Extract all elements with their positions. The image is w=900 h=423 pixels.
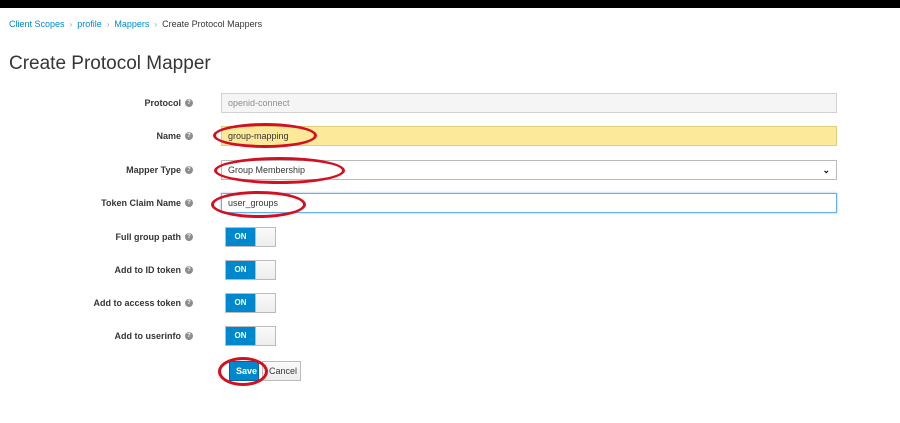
add-to-access-token-row: Add to access token ? ON (0, 293, 900, 315)
protocol-label-text: Protocol (144, 98, 181, 108)
add-to-id-token-row: Add to ID token ? ON (0, 260, 900, 282)
toggle-handle (255, 294, 275, 312)
toggle-handle (255, 261, 275, 279)
toggle-on-label: ON (226, 261, 255, 279)
chevron-down-icon: ⌄ (822, 165, 830, 175)
breadcrumb-profile[interactable]: profile (77, 19, 102, 29)
add-to-access-token-label-text: Add to access token (93, 298, 181, 308)
toggle-on-label: ON (226, 294, 255, 312)
breadcrumb-current: Create Protocol Mappers (162, 19, 263, 29)
mapper-type-label-text: Mapper Type (126, 165, 181, 175)
token-claim-name-input[interactable]: user_groups (221, 193, 837, 213)
page-title: Create Protocol Mapper (9, 53, 211, 74)
token-claim-name-label: Token Claim Name ? (101, 193, 193, 213)
add-to-userinfo-toggle[interactable]: ON (225, 326, 276, 346)
cancel-button[interactable]: Cancel (262, 361, 301, 381)
toggle-on-label: ON (226, 228, 255, 246)
add-to-id-token-label: Add to ID token ? (114, 260, 193, 280)
protocol-row: Protocol ? openid-connect (0, 93, 900, 115)
name-label-text: Name (156, 131, 181, 141)
question-circle-icon[interactable]: ? (185, 99, 193, 107)
mapper-type-selected-value: Group Membership (228, 165, 306, 175)
toggle-on-label: ON (226, 327, 255, 345)
top-bar (0, 0, 900, 8)
breadcrumb-separator: › (106, 19, 110, 29)
question-circle-icon[interactable]: ? (185, 299, 193, 307)
add-to-id-token-toggle[interactable]: ON (225, 260, 276, 280)
mapper-type-select[interactable]: Group Membership ⌄ (221, 160, 837, 180)
add-to-userinfo-label-text: Add to userinfo (114, 331, 182, 341)
add-to-access-token-toggle[interactable]: ON (225, 293, 276, 313)
add-to-id-token-label-text: Add to ID token (114, 265, 182, 275)
question-circle-icon[interactable]: ? (185, 266, 193, 274)
breadcrumb-separator: › (154, 19, 158, 29)
name-label: Name ? (156, 126, 193, 146)
mapper-type-label: Mapper Type ? (126, 160, 193, 180)
protocol-field: openid-connect (221, 93, 837, 113)
breadcrumb: Client Scopes › profile › Mappers › Crea… (9, 19, 262, 29)
question-circle-icon[interactable]: ? (185, 233, 193, 241)
question-circle-icon[interactable]: ? (185, 166, 193, 174)
full-group-path-label-text: Full group path (115, 232, 182, 242)
toggle-handle (255, 228, 275, 246)
mapper-type-row: Mapper Type ? Group Membership ⌄ (0, 160, 900, 182)
protocol-label: Protocol ? (144, 93, 193, 113)
question-circle-icon[interactable]: ? (185, 199, 193, 207)
full-group-path-label: Full group path ? (115, 227, 193, 247)
breadcrumb-separator: › (69, 19, 73, 29)
name-row: Name ? group-mapping (0, 126, 900, 148)
full-group-path-row: Full group path ? ON (0, 227, 900, 249)
add-to-userinfo-label: Add to userinfo ? (114, 326, 193, 346)
add-to-access-token-label: Add to access token ? (93, 293, 193, 313)
question-circle-icon[interactable]: ? (185, 132, 193, 140)
save-button[interactable]: Save (229, 361, 259, 381)
token-claim-name-row: Token Claim Name ? user_groups (0, 193, 900, 215)
toggle-handle (255, 327, 275, 345)
breadcrumb-client-scopes[interactable]: Client Scopes (9, 19, 65, 29)
full-group-path-toggle[interactable]: ON (225, 227, 276, 247)
name-input[interactable]: group-mapping (221, 126, 837, 146)
question-circle-icon[interactable]: ? (185, 332, 193, 340)
add-to-userinfo-row: Add to userinfo ? ON (0, 326, 900, 348)
breadcrumb-mappers[interactable]: Mappers (114, 19, 149, 29)
token-claim-name-label-text: Token Claim Name (101, 198, 181, 208)
